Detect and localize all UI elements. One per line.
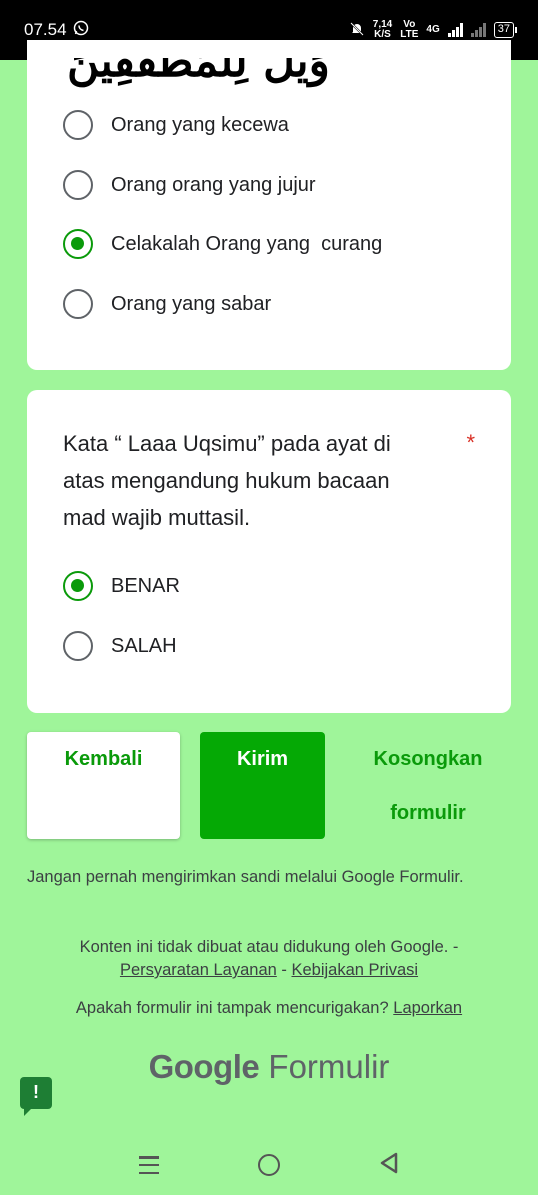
google-forms-logo[interactable]: Google Formulir bbox=[0, 1048, 538, 1086]
arabic-verse-image: وَيْلٌ لِلْمُطَفِّفِينَ bbox=[67, 58, 407, 88]
whatsapp-icon bbox=[73, 20, 89, 41]
terms-link[interactable]: Persyaratan Layanan bbox=[120, 961, 277, 979]
back-icon[interactable] bbox=[379, 1152, 399, 1179]
status-time: 07.54 bbox=[24, 20, 67, 39]
option-salah[interactable]: SALAH bbox=[63, 631, 177, 661]
password-warning: Jangan pernah mengirimkan sandi melalui … bbox=[27, 868, 464, 886]
report-link[interactable]: Laporkan bbox=[393, 999, 462, 1017]
option-label: BENAR bbox=[111, 574, 180, 597]
question-card-1: وَيْلٌ لِلْمُطَفِّفِينَ Orang yang kecew… bbox=[27, 40, 511, 370]
signal-icon-secondary bbox=[470, 23, 486, 37]
option-orang-yang-sabar[interactable]: Orang yang sabar bbox=[63, 289, 271, 319]
question-card-2: Kata “ Laaa Uqsimu” pada ayat di atas me… bbox=[27, 390, 511, 713]
disclaimer-text: Konten ini tidak dibuat atau didukung ol… bbox=[79, 938, 459, 956]
option-label: Orang yang kecewa bbox=[111, 113, 289, 136]
option-orang-yang-kecewa[interactable]: Orang yang kecewa bbox=[63, 110, 289, 140]
clear-form-button[interactable]: Kosongkan formulir bbox=[345, 732, 511, 839]
speed-unit: K/S bbox=[374, 29, 391, 40]
option-label: SALAH bbox=[111, 634, 177, 657]
question-text: Kata “ Laaa Uqsimu” pada ayat di atas me… bbox=[63, 431, 391, 530]
privacy-link[interactable]: Kebijakan Privasi bbox=[291, 961, 418, 979]
back-button[interactable]: Kembali bbox=[27, 732, 180, 839]
report-question: Apakah formulir ini tampak mencurigakan? bbox=[75, 999, 389, 1017]
option-orang-orang-yang-jujur[interactable]: Orang orang yang jujur bbox=[63, 170, 316, 200]
radio-button-selected[interactable] bbox=[63, 229, 93, 259]
brand-google: Google bbox=[148, 1048, 260, 1085]
option-label: Orang orang yang jujur bbox=[111, 173, 316, 196]
status-left: 07.54 bbox=[24, 20, 89, 41]
navigation-bar bbox=[0, 1135, 538, 1195]
link-separator: - bbox=[281, 961, 287, 979]
report-line: Apakah formulir ini tampak mencurigakan?… bbox=[0, 997, 538, 1020]
arabic-verse-text: وَيْلٌ لِلْمُطَفِّفِينَ bbox=[67, 58, 330, 87]
radio-button[interactable] bbox=[63, 110, 93, 140]
network-label: 4G bbox=[426, 24, 440, 35]
signal-icon bbox=[447, 23, 463, 37]
disclaimer: Konten ini tidak dibuat atau didukung ol… bbox=[0, 936, 538, 982]
required-marker: * bbox=[466, 430, 475, 455]
option-label: Orang yang sabar bbox=[111, 292, 272, 315]
mute-icon bbox=[349, 21, 365, 40]
option-benar[interactable]: BENAR bbox=[63, 571, 180, 601]
volte-indicator: Vo LTE bbox=[400, 20, 418, 40]
volte-bottom: LTE bbox=[400, 29, 419, 40]
recent-apps-icon[interactable] bbox=[139, 1156, 160, 1174]
home-icon[interactable] bbox=[257, 1154, 280, 1176]
battery-icon: 37 bbox=[493, 22, 518, 38]
option-celakalah-orang-yang-curang[interactable]: Celakalah Orang yang curang bbox=[63, 229, 382, 259]
radio-button[interactable] bbox=[63, 170, 93, 200]
submit-button[interactable]: Kirim bbox=[200, 732, 325, 839]
option-label: Celakalah Orang yang curang bbox=[111, 232, 383, 255]
status-right: 7,14 K/S Vo LTE 4G 37 bbox=[349, 20, 518, 40]
radio-button[interactable] bbox=[63, 631, 93, 661]
feedback-icon[interactable]: ! bbox=[20, 1077, 52, 1116]
network-speed: 7,14 K/S bbox=[373, 20, 392, 40]
brand-forms: Formulir bbox=[268, 1048, 390, 1085]
network-type: 4G bbox=[426, 25, 439, 35]
radio-button-selected[interactable] bbox=[63, 571, 93, 601]
radio-button[interactable] bbox=[63, 289, 93, 319]
